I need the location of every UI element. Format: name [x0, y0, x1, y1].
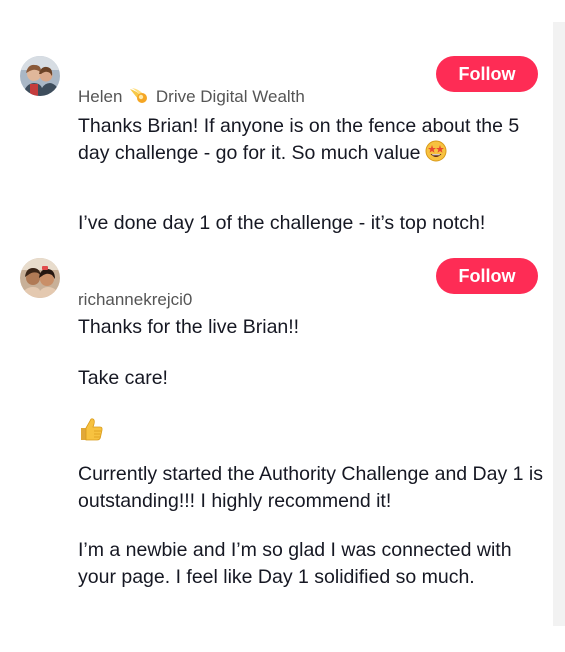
- username[interactable]: Helen Drive Digital Wealth: [78, 87, 305, 110]
- comment-text: Thanks for the live Brian!!: [78, 316, 300, 338]
- follow-button[interactable]: Follow: [436, 56, 538, 92]
- thumbs-up-icon: [78, 416, 104, 442]
- comment-text: I’ve done day 1 of the challenge - it’s …: [78, 212, 486, 234]
- username-rest: Drive Digital Wealth: [155, 87, 305, 106]
- comments-panel: Helen Drive Digital Wealth Follow Thanks…: [0, 22, 553, 626]
- scroll-rail: [553, 22, 565, 626]
- avatar[interactable]: [20, 56, 60, 96]
- username-first: Helen: [78, 87, 123, 106]
- comment-text: I’m a newbie and I’m so glad I was conne…: [78, 539, 512, 588]
- comment-text-line: Thanks Brian! If anyone is on the fence …: [78, 115, 520, 164]
- comment-text: Take care!: [78, 367, 168, 389]
- avatar[interactable]: [20, 258, 60, 298]
- comment-text: Currently started the Authority Challeng…: [78, 463, 544, 512]
- comment-text: Thanks Brian! If anyone is on the fence …: [78, 113, 548, 170]
- star-struck-icon: [425, 140, 447, 170]
- comet-icon: [129, 87, 149, 110]
- follow-button[interactable]: Follow: [436, 258, 538, 294]
- username[interactable]: richannekrejci0: [78, 290, 192, 310]
